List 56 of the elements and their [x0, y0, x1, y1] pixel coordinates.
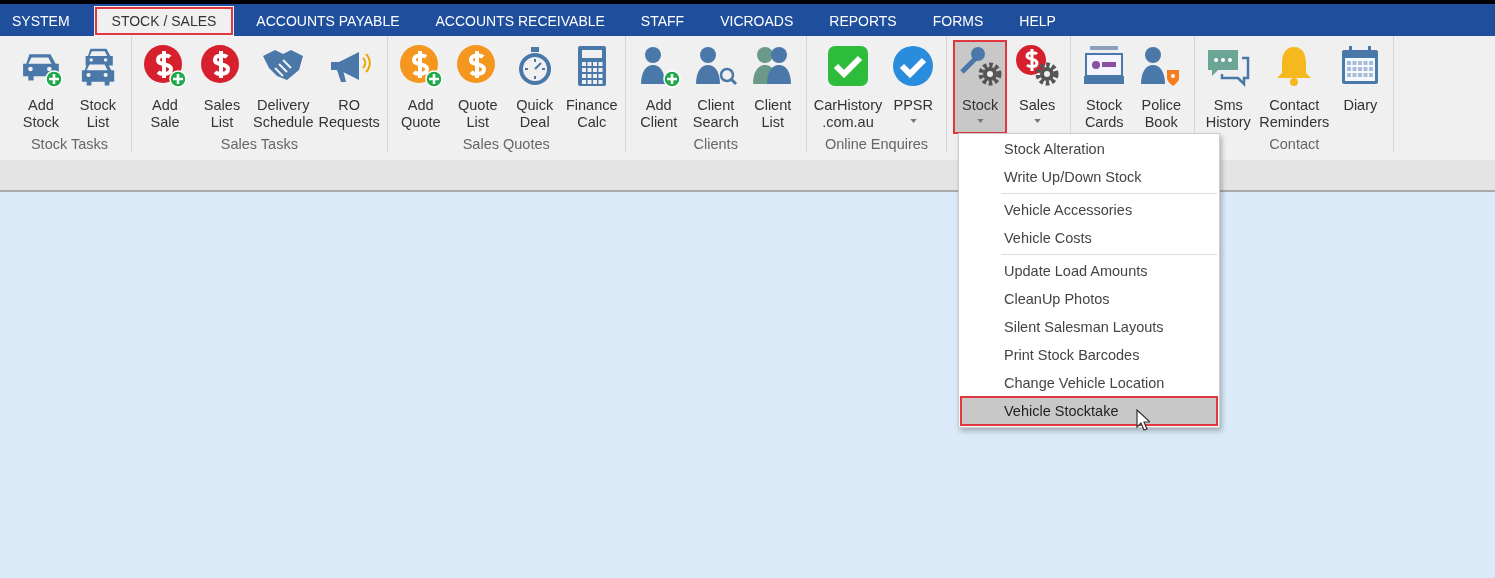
ribbon-button[interactable]: Diary — [1333, 40, 1388, 134]
ribbon-button[interactable]: Finance Calc — [564, 40, 619, 134]
ribbon-button[interactable]: CarHistory .com.au — [812, 40, 884, 134]
ribbon-button[interactable]: Sales List — [195, 40, 249, 134]
caret-icon — [976, 119, 984, 123]
dollar-gear-icon — [1015, 44, 1060, 88]
ribbon-button[interactable]: Stock Cards — [1077, 40, 1132, 134]
group-label: Clients — [693, 136, 738, 152]
group-label: Online Enquires — [824, 136, 929, 152]
ribbon-button[interactable]: Quick Deal — [507, 40, 562, 134]
menu-tab[interactable]: ACCOUNTS PAYABLE — [238, 6, 418, 36]
menu-tab[interactable]: ACCOUNTS RECEIVABLE — [417, 6, 623, 36]
group-label: Stock Tasks — [30, 136, 109, 152]
checkmark-icon — [825, 44, 870, 88]
caret-icon — [1033, 119, 1041, 123]
ribbon-button[interactable]: PPSR — [886, 40, 941, 134]
person-search-icon — [693, 44, 738, 88]
ribbon-button[interactable]: Contact Reminders — [1258, 40, 1331, 134]
menu-tab[interactable]: FORMS — [914, 6, 1002, 36]
ribbon-button[interactable]: Sms History — [1201, 40, 1256, 134]
ribbon-button[interactable]: Client List — [745, 40, 800, 134]
ribbon-button[interactable]: Stock — [953, 40, 1008, 134]
menu-tab[interactable]: STOCK / SALES — [93, 6, 235, 36]
menu-item[interactable]: Stock Alteration — [961, 135, 1217, 163]
menu-tab[interactable]: VICROADS — [702, 6, 812, 36]
menu-item[interactable]: Vehicle Costs — [961, 224, 1217, 252]
ribbon-button[interactable]: RO Requests — [317, 40, 381, 134]
ribbon-button[interactable]: Quote List — [450, 40, 505, 134]
ribbon-button[interactable]: Add Client — [631, 40, 686, 134]
ribbon-button[interactable]: Stock List — [71, 40, 125, 134]
menu-tab[interactable]: STAFF — [622, 6, 703, 36]
key-gear-icon — [958, 44, 1003, 88]
group-label: Sales Quotes — [462, 136, 550, 152]
menu-item[interactable]: CleanUp Photos — [961, 285, 1217, 313]
menu-tab[interactable]: SYSTEM — [0, 6, 88, 36]
ribbon-button[interactable]: Add Sale — [138, 40, 192, 134]
ribbon-button[interactable]: Add Quote — [393, 40, 448, 134]
caret-icon — [909, 119, 917, 123]
ribbon-button[interactable]: Sales — [1010, 40, 1065, 134]
menu-item[interactable]: Vehicle Accessories — [961, 196, 1217, 224]
checkmark-icon — [891, 44, 936, 88]
group-label: Sales Tasks — [220, 136, 298, 152]
menu-tab[interactable]: REPORTS — [811, 6, 915, 36]
menu-item[interactable]: Print Stock Barcodes — [961, 341, 1217, 369]
menu-tab[interactable]: HELP — [1001, 6, 1074, 36]
ribbon-button[interactable]: Client Search — [688, 40, 743, 134]
menu-item[interactable]: Write Up/Down Stock — [961, 163, 1217, 191]
ribbon-button[interactable]: Delivery Schedule — [252, 40, 315, 134]
menu-item[interactable]: Change Vehicle Location — [961, 369, 1217, 397]
ribbon-button[interactable]: Add Stock — [14, 40, 68, 134]
menu-item[interactable]: Update Load Amounts — [961, 257, 1217, 285]
dollar-plus-icon — [143, 44, 187, 88]
dollar-plus-icon — [398, 44, 443, 88]
group-label: Contact — [1269, 136, 1320, 152]
menu-item[interactable]: Silent Salesman Layouts — [961, 313, 1217, 341]
ribbon-button[interactable]: Police Book — [1134, 40, 1189, 134]
